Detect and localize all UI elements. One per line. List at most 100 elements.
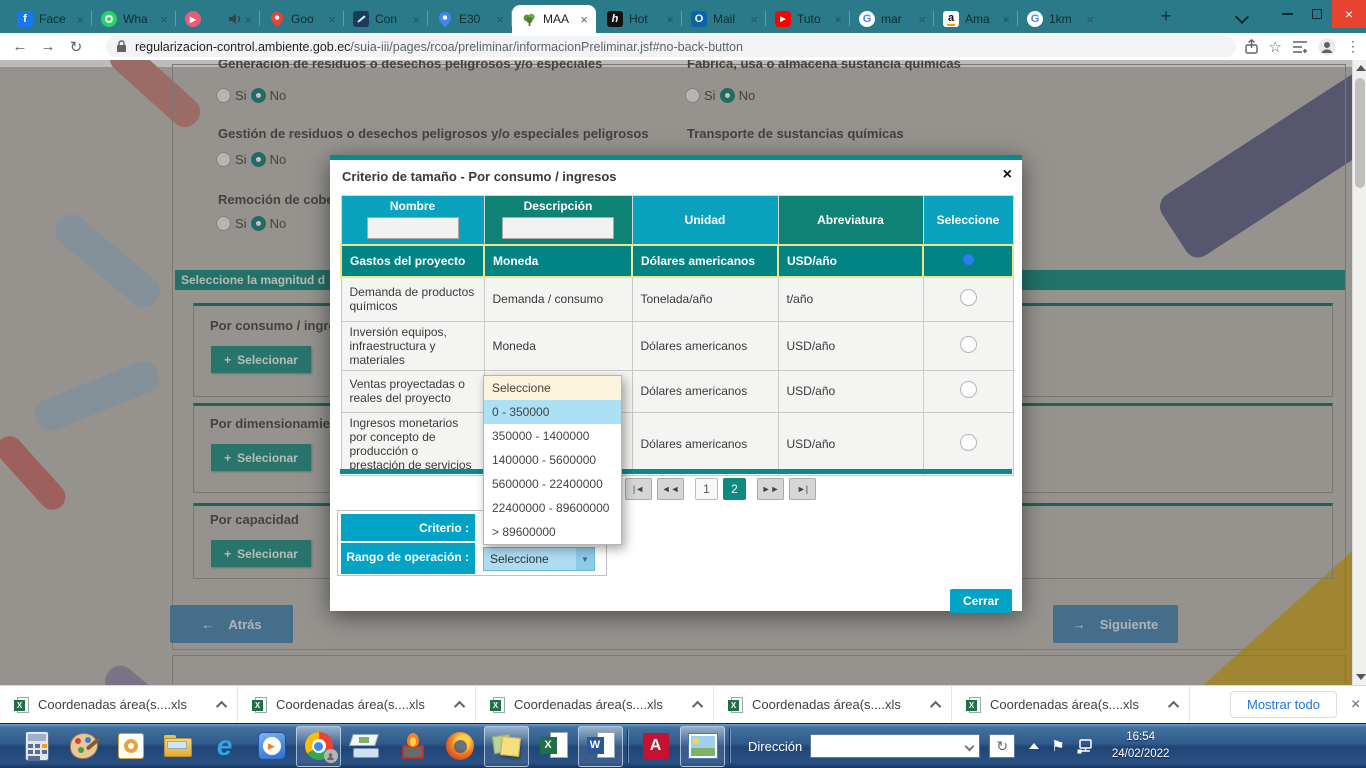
taskbar-internet-explorer[interactable]: e [202,726,247,767]
download-item[interactable]: X Coordenadas área(s....xls [238,686,476,723]
forward-icon[interactable]: → [34,38,62,55]
reload-icon[interactable]: ↻ [62,38,90,56]
chevron-up-icon[interactable] [454,700,465,711]
taskbar-word-active[interactable]: W [578,726,623,767]
row-radio[interactable] [960,336,977,353]
page-1-button[interactable]: 1 [695,478,718,500]
download-item[interactable]: X Coordenadas área(s....xls [476,686,714,723]
page-first-button[interactable]: |◄ [625,478,652,500]
row-radio[interactable] [960,289,977,306]
address-go-icon[interactable]: ↻ [989,734,1015,758]
dropdown-option[interactable]: 22400000 - 89600000 [484,496,621,520]
page-2-button-active[interactable]: 2 [723,478,746,500]
tab-google-1[interactable]: G mar × [850,5,934,33]
row-radio[interactable] [960,434,977,451]
reading-list-icon[interactable] [1292,40,1308,54]
taskbar-outlook[interactable] [108,726,153,767]
profile-avatar-icon[interactable] [1318,38,1336,56]
tab-close-icon[interactable]: × [242,12,254,27]
chevron-up-icon[interactable] [930,700,941,711]
cerrar-button[interactable]: Cerrar [950,589,1012,613]
table-row-selected[interactable]: Gastos del proyecto Moneda Dólares ameri… [341,245,1013,277]
row-radio[interactable] [960,381,977,398]
taskbar-firefox[interactable] [437,726,482,767]
tab-facebook[interactable]: f Face × [8,5,92,33]
network-icon[interactable] [1077,739,1095,754]
taskbar-scanner[interactable] [343,726,388,767]
taskbar-chrome-active[interactable] [296,726,341,767]
dropdown-option[interactable]: > 89600000 [484,520,621,544]
tab-close-icon[interactable]: × [494,12,506,27]
filter-descripcion-input[interactable] [502,217,614,239]
taskbar-explorer[interactable] [155,726,200,767]
taskbar-paint[interactable] [61,726,106,767]
dropdown-option[interactable]: Seleccione [484,376,621,400]
chevron-up-icon[interactable] [1168,700,1179,711]
tab-close-icon[interactable]: × [74,12,86,27]
page-next-button[interactable]: ►► [757,478,784,500]
tab-whatsapp[interactable]: Wha × [92,5,176,33]
taskbar-media-player[interactable]: ▶ [249,726,294,767]
page-last-button[interactable]: ►| [789,478,816,500]
scroll-thumb[interactable] [1355,78,1365,188]
modal-close-icon[interactable]: × [1003,166,1012,184]
tab-close-icon[interactable]: × [1084,12,1096,27]
tab-youtube[interactable]: ▶ Tuto × [766,5,850,33]
tab-maps-1[interactable]: Goo × [260,5,344,33]
tab-google-2[interactable]: G 1km × [1018,5,1102,33]
tab-close-icon[interactable]: × [326,12,338,27]
chevron-up-icon[interactable] [216,700,227,711]
rango-select[interactable]: Seleccione ▼ [483,547,595,571]
dropdown-option[interactable]: 350000 - 1400000 [484,424,621,448]
tab-hotmail[interactable]: h Hot × [598,5,682,33]
tab-close-icon[interactable]: × [1000,12,1012,27]
tab-close-icon[interactable]: × [158,12,170,27]
tab-close-icon[interactable]: × [832,12,844,27]
scroll-up-icon[interactable] [1356,65,1366,71]
tab-maate-active[interactable]: MAA × [512,5,596,33]
scroll-down-icon[interactable] [1356,674,1366,680]
bookmark-star-icon[interactable]: ☆ [1269,38,1282,56]
tab-close-icon[interactable]: × [748,12,760,27]
tab-maps-2[interactable]: E30 × [428,5,512,33]
download-item[interactable]: X Coordenadas área(s....xls [714,686,952,723]
selected-radio-icon[interactable] [963,254,974,265]
dropdown-option[interactable]: 5600000 - 22400000 [484,472,621,496]
show-hidden-icons[interactable] [1029,743,1039,749]
address-bar[interactable]: regularizacion-control.ambiente.gob.ec/s… [106,36,1236,57]
address-toolbar-input[interactable] [810,734,980,758]
table-row[interactable]: Ingresos monetarios por concepto de prod… [341,412,1013,475]
dropdown-option[interactable]: 1400000 - 5600000 [484,448,621,472]
table-row[interactable]: Inversión equipos, infraestructura y mat… [341,321,1013,370]
tab-close-icon[interactable]: × [916,12,928,27]
close-window-button[interactable]: × [1332,0,1366,28]
select-arrow-icon[interactable]: ▼ [576,548,594,570]
page-scrollbar[interactable] [1352,60,1366,685]
taskbar-autocad[interactable]: A [633,726,678,767]
table-row[interactable]: Demanda de productos químicos Demanda / … [341,277,1013,321]
tab-search-chevron-icon[interactable] [1235,10,1249,24]
downloads-close-icon[interactable]: × [1351,696,1360,714]
tab-close-icon[interactable]: × [578,12,590,27]
tab-media[interactable]: ▶ × [176,5,260,33]
tab-con[interactable]: Con × [344,5,428,33]
new-tab-button[interactable]: + [1152,4,1180,30]
taskbar-excel[interactable]: X [531,726,576,767]
filter-nombre-input[interactable] [367,217,459,239]
taskbar-clock[interactable]: 16:54 24/02/2022 [1101,729,1181,764]
taskbar-calculator[interactable] [14,726,59,767]
taskbar-sticky-notes[interactable] [484,726,529,767]
taskbar-image-viewer[interactable] [680,726,725,767]
tab-amazon[interactable]: a Ama × [934,5,1018,33]
page-prev-button[interactable]: ◄◄ [657,478,684,500]
share-icon[interactable] [1244,39,1259,54]
taskbar-nero[interactable] [390,726,435,767]
tab-close-icon[interactable]: × [664,12,676,27]
download-item[interactable]: X Coordenadas área(s....xls [0,686,238,723]
show-all-button[interactable]: Mostrar todo [1230,691,1337,718]
back-icon[interactable]: ← [6,38,34,55]
restore-button[interactable] [1302,0,1332,28]
minimize-button[interactable] [1272,0,1302,28]
action-center-flag-icon[interactable]: ⚑ [1051,737,1064,755]
tab-close-icon[interactable]: × [410,12,422,27]
